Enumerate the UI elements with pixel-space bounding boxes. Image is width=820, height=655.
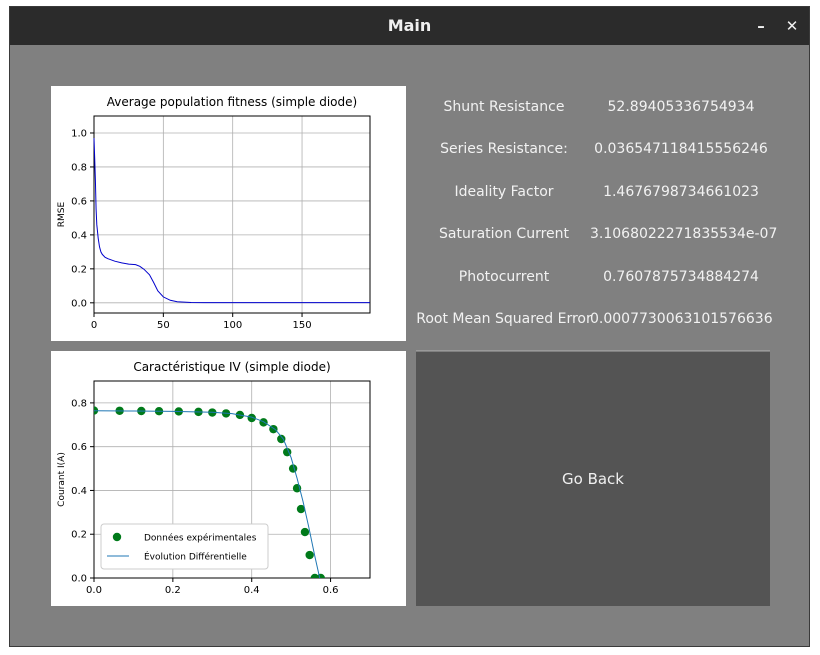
divider (416, 350, 770, 351)
experimental-point (316, 573, 325, 578)
x-tick-label: 0 (91, 320, 97, 331)
y-tick-label: 1.0 (71, 128, 87, 139)
y-tick-label: 0.4 (71, 486, 87, 497)
y-tick-label: 0.6 (71, 196, 87, 207)
y-tick-label: 0.2 (71, 264, 87, 275)
ideality-factor-label: Ideality Factor (454, 184, 554, 200)
y-tick-label: 0.0 (71, 574, 87, 585)
photocurrent-label: Photocurrent (458, 269, 550, 285)
shunt-resistance-value: 52.89405336754934 (607, 99, 755, 115)
x-tick-label: 0.2 (165, 585, 181, 596)
y-tick-label: 0.6 (71, 442, 87, 453)
legend-label-experimental: Données expérimentales (144, 533, 257, 544)
y-axis-label: Courant I(A) (57, 452, 67, 507)
title-bar: Main – ✕ (10, 7, 809, 45)
x-tick-label: 0.0 (86, 585, 102, 596)
experimental-point (305, 550, 314, 560)
main-window: Main – ✕ Average population fitness (sim… (9, 6, 810, 647)
plot-frame (93, 115, 371, 314)
y-tick-label: 0.8 (71, 398, 87, 409)
y-axis-label: RMSE (57, 201, 67, 227)
experimental-point (300, 527, 310, 537)
x-tick-label: 100 (223, 320, 242, 331)
close-icon[interactable]: ✕ (776, 7, 808, 45)
legend-marker-experimental (112, 532, 122, 542)
go-back-button[interactable]: Go Back (416, 352, 770, 606)
series-resistance-label: Series Resistance: (440, 141, 568, 157)
photocurrent-value: 0.7607875734884274 (603, 269, 759, 285)
legend-label-fit: Évolution Différentielle (144, 551, 247, 563)
rmse-value: 0.0007730063101576636 (590, 311, 773, 327)
shunt-resistance-label: Shunt Resistance (443, 99, 565, 115)
saturation-current-value: 3.1068022271835534e-07 (590, 226, 778, 242)
fitness-chart-svg: Average population fitness (simple diode… (57, 95, 371, 331)
y-tick-label: 0.4 (71, 230, 87, 241)
x-tick-label: 50 (157, 320, 170, 331)
x-tick-label: 0.6 (323, 585, 339, 596)
window-title: Main (387, 16, 432, 35)
x-tick-label: 150 (292, 320, 311, 331)
minimize-icon[interactable]: – (745, 7, 777, 45)
rmse-label: Root Mean Squared Error (416, 311, 592, 327)
fitness-line (93, 138, 370, 304)
experimental-point (259, 418, 268, 427)
fitness-chart: Average population fitness (simple diode… (51, 86, 406, 341)
y-tick-label: 0.0 (71, 298, 87, 309)
x-tick-label: 0.4 (244, 585, 260, 596)
series-resistance-value: 0.036547118415556246 (594, 141, 768, 157)
saturation-current-label: Saturation Current (438, 226, 569, 242)
iv-chart: Caractéristique IV (simple diode) 0.0 0.2 0… (51, 351, 406, 606)
y-tick-label: 0.8 (71, 162, 87, 173)
y-tick-label: 0.2 (71, 530, 87, 541)
iv-chart-svg: Caractéristique IV (simple diode) 0.0 0.2 0… (57, 360, 371, 596)
chart-title: Average population fitness (simple diode… (107, 95, 357, 109)
chart-title: Caractéristique IV (simple diode) (133, 360, 330, 374)
ideality-factor-value: 1.4676798734661023 (603, 184, 759, 200)
